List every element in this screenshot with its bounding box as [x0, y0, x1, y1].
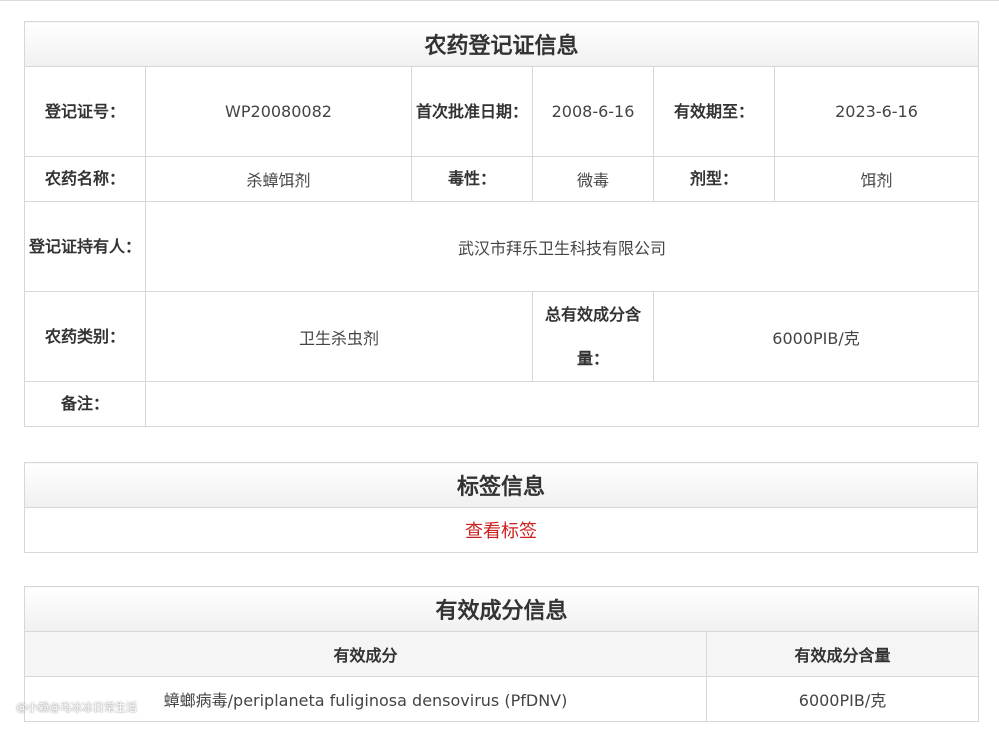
total-content-value: 6000PIB/克: [652, 291, 980, 382]
pesticide-name-label: 农药名称：: [24, 156, 146, 202]
first-date-label: 首次批准日期：: [411, 66, 533, 157]
holder-label: 登记证持有人：: [24, 201, 146, 292]
view-label-cell: 查看标签: [24, 507, 978, 553]
label-info-title: 标签信息: [24, 462, 978, 508]
toxicity-label: 毒性：: [411, 156, 533, 202]
toxicity-value: 微毒: [532, 156, 654, 202]
ingredient-name-header: 有效成分: [24, 631, 707, 677]
valid-until-value: 2023-6-16: [773, 66, 980, 157]
ingredient-content-header: 有效成分含量: [705, 631, 980, 677]
registration-title: 农药登记证信息: [23, 21, 980, 67]
category-label: 农药类别：: [24, 291, 146, 382]
total-content-label: 总有效成分含量：: [532, 291, 654, 382]
watermark: @小赖@马冰冰日常生活: [16, 701, 137, 714]
formulation-label: 剂型：: [653, 156, 775, 202]
remarks-label: 备注：: [24, 381, 146, 427]
ingredient-content-value: 6000PIB/克: [705, 676, 980, 722]
registration-table: 农药登记证信息 登记证号： WP20080082 首次批准日期： 2008-6-…: [23, 21, 980, 427]
formulation-value: 饵剂: [773, 156, 980, 202]
table-row: 蟑螂病毒/periplaneta fuliginosa densovirus (…: [24, 676, 980, 722]
first-date-value: 2008-6-16: [532, 66, 654, 157]
reg-no-label: 登记证号：: [24, 66, 146, 157]
view-label-link[interactable]: 查看标签: [465, 521, 537, 542]
holder-value: 武汉市拜乐卫生科技有限公司: [144, 201, 980, 292]
reg-no-value: WP20080082: [145, 66, 412, 157]
valid-until-label: 有效期至：: [653, 66, 775, 157]
top-divider: [0, 0, 999, 1]
ingredients-table: 有效成分信息 有效成分 有效成分含量 蟑螂病毒/periplaneta fuli…: [23, 586, 980, 722]
remarks-value: [144, 381, 980, 427]
label-info-table: 标签信息 查看标签: [24, 462, 978, 553]
pesticide-name-value: 杀蟑饵剂: [145, 156, 412, 202]
category-value: 卫生杀虫剂: [145, 291, 533, 382]
ingredients-title: 有效成分信息: [23, 586, 980, 632]
